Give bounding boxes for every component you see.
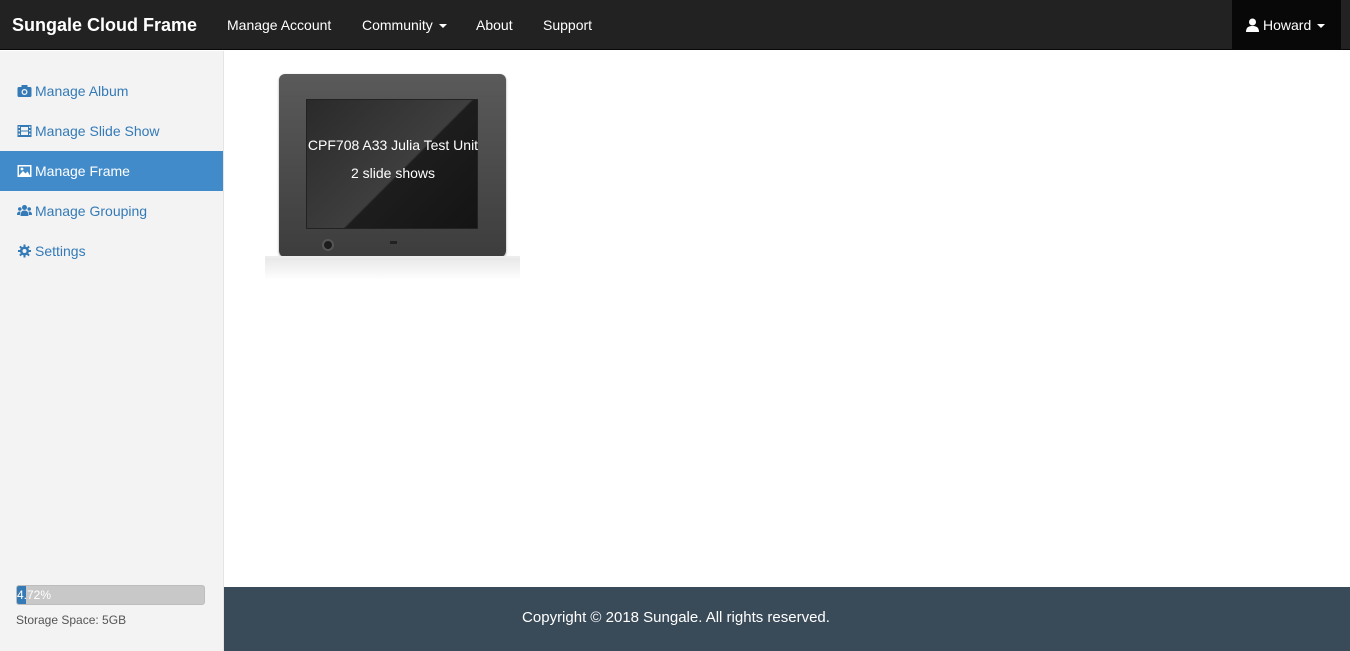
frame-card[interactable]: CPF708 A33 Julia Test Unit 2 slide shows xyxy=(279,74,506,257)
film-icon xyxy=(17,125,32,137)
footer: Copyright © 2018 Sungale. All rights res… xyxy=(224,587,1350,651)
copyright-text: Copyright © 2018 Sungale. All rights res… xyxy=(522,609,830,626)
sidebar-item-manage-frame[interactable]: Manage Frame xyxy=(0,151,223,191)
users-icon xyxy=(17,205,32,216)
storage-space-label: Storage Space: 5GB xyxy=(16,613,127,627)
frame-power-button-icon xyxy=(322,239,334,251)
frame-reflection xyxy=(265,256,520,280)
user-icon xyxy=(1246,18,1259,32)
frame-slide-show-count: 2 slide shows xyxy=(350,165,436,181)
gear-icon xyxy=(18,244,31,258)
top-navbar: Sungale Cloud Frame Manage Account Commu… xyxy=(0,0,1350,50)
chevron-down-icon xyxy=(438,24,447,29)
camera-icon xyxy=(17,85,32,97)
frame-name: CPF708 A33 Julia Test Unit xyxy=(307,137,479,153)
user-name: Howard xyxy=(1263,17,1312,33)
sidebar-item-label: Manage Grouping xyxy=(35,203,148,219)
brand-title[interactable]: Sungale Cloud Frame xyxy=(12,0,197,50)
user-menu[interactable]: Howard xyxy=(1232,0,1341,50)
nav-about[interactable]: About xyxy=(476,0,513,50)
sidebar-item-manage-slide-show[interactable]: Manage Slide Show xyxy=(0,111,223,151)
nav-manage-account[interactable]: Manage Account xyxy=(227,0,331,50)
sidebar-item-settings[interactable]: Settings xyxy=(0,231,223,271)
picture-icon xyxy=(17,165,32,177)
nav-support[interactable]: Support xyxy=(543,0,592,50)
sidebar-item-manage-album[interactable]: Manage Album xyxy=(0,71,223,111)
sidebar-item-manage-grouping[interactable]: Manage Grouping xyxy=(0,191,223,231)
frame-sensor-icon xyxy=(390,241,397,244)
sidebar: Manage Album Manage Slide Show Manage Fr… xyxy=(0,51,224,651)
storage-progress: 4.72% xyxy=(16,585,205,605)
sidebar-item-label: Manage Album xyxy=(35,83,129,99)
storage-percent: 4.72% xyxy=(17,588,52,602)
nav-community-label: Community xyxy=(362,17,433,33)
nav-community[interactable]: Community xyxy=(362,0,447,50)
frame-screen: CPF708 A33 Julia Test Unit 2 slide shows xyxy=(306,99,478,229)
sidebar-item-label: Manage Slide Show xyxy=(35,123,160,139)
chevron-down-icon xyxy=(1317,24,1326,29)
sidebar-item-label: Manage Frame xyxy=(35,163,130,179)
sidebar-item-label: Settings xyxy=(35,243,86,259)
